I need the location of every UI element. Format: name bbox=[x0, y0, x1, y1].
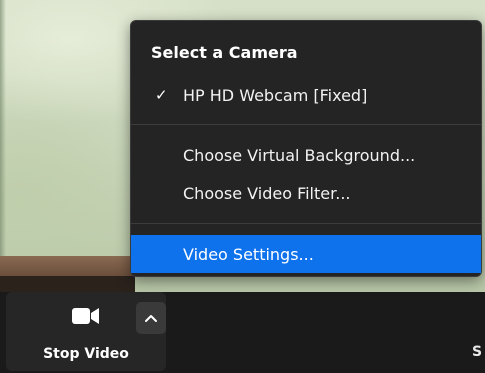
stop-video-label: Stop Video bbox=[43, 346, 129, 362]
menu-item-choose-video-filter[interactable]: Choose Video Filter... bbox=[131, 174, 481, 212]
menu-item-video-settings[interactable]: Video Settings... bbox=[131, 235, 481, 273]
preview-edge-shadow bbox=[0, 0, 6, 292]
video-options-menu: Select a Camera ✓ HP HD Webcam [Fixed] C… bbox=[130, 20, 482, 277]
preview-furniture-shadow bbox=[0, 276, 135, 292]
meeting-toolbar: Stop Video S bbox=[0, 292, 485, 373]
menu-item-label: Video Settings... bbox=[183, 244, 314, 264]
menu-divider bbox=[131, 223, 481, 224]
next-toolbar-button-label[interactable]: S bbox=[472, 344, 482, 360]
checkmark-icon: ✓ bbox=[155, 86, 168, 104]
video-camera-icon bbox=[72, 308, 99, 324]
zoom-video-window: Stop Video S Select a Camera ✓ HP HD Web… bbox=[0, 0, 485, 373]
menu-item-choose-virtual-background[interactable]: Choose Virtual Background... bbox=[131, 136, 481, 174]
stop-video-button[interactable]: Stop Video bbox=[6, 292, 166, 371]
menu-item-camera-hp-webcam[interactable]: ✓ HP HD Webcam [Fixed] bbox=[131, 76, 481, 114]
menu-item-label: HP HD Webcam [Fixed] bbox=[183, 85, 368, 105]
menu-heading-select-camera: Select a Camera bbox=[151, 43, 298, 62]
menu-divider bbox=[131, 124, 481, 125]
menu-item-label: Choose Video Filter... bbox=[183, 183, 351, 203]
video-options-chevron-button[interactable] bbox=[136, 302, 166, 334]
chevron-up-icon bbox=[145, 315, 157, 322]
menu-item-label: Choose Virtual Background... bbox=[183, 145, 416, 165]
